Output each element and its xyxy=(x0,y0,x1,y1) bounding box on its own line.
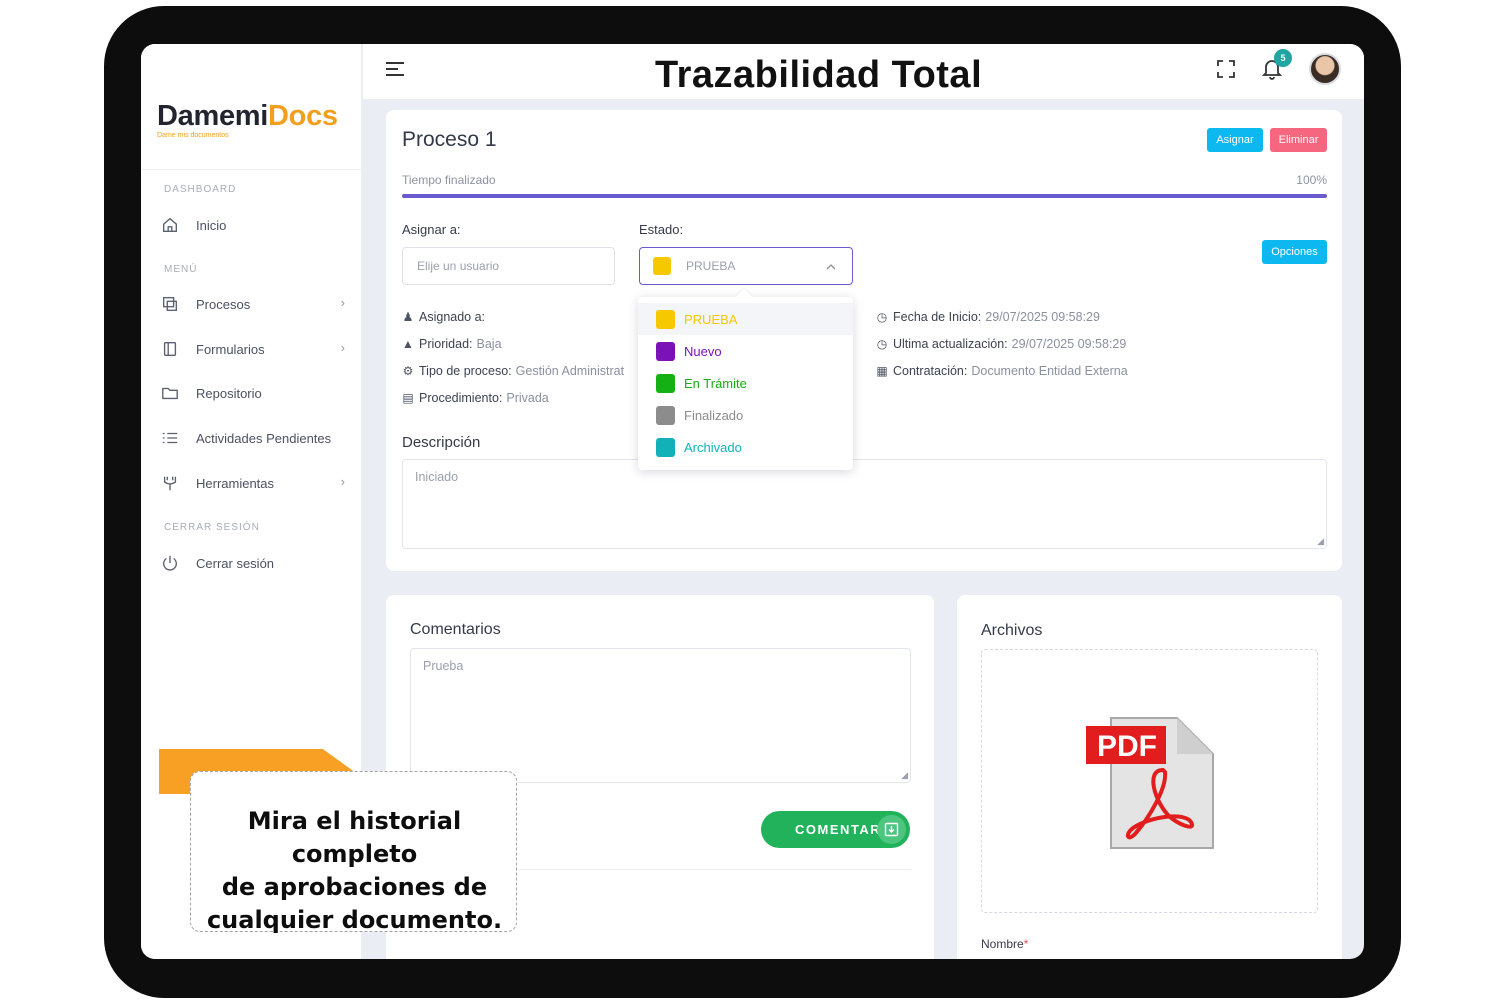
file-dropzone[interactable]: PDF xyxy=(981,649,1318,913)
sidebar-item-label: Formularios xyxy=(196,341,265,357)
contract-info: ▦ Contratación: Documento Entidad Externa xyxy=(876,364,1128,378)
priority-info: ▲ Prioridad: Baja xyxy=(402,337,502,351)
chevron-right-icon: › xyxy=(340,340,345,355)
list-icon xyxy=(162,432,178,444)
files-title: Archivos xyxy=(981,622,1043,639)
clock-icon: ◷ xyxy=(876,310,888,324)
state-option-finalizado[interactable]: Finalizado xyxy=(638,399,853,431)
description-text: Iniciado xyxy=(415,470,459,484)
state-label: Estado: xyxy=(639,222,684,237)
state-swatch xyxy=(653,257,671,275)
comment-textarea[interactable]: Prueba ◢ xyxy=(410,648,911,783)
resize-grip-icon: ◢ xyxy=(1317,536,1324,546)
callout-box: Mira el historial completo de aprobacion… xyxy=(190,771,517,934)
type-info: ⚙ Tipo de proceso: Gestión Administrat xyxy=(402,364,625,378)
svg-text:PDF: PDF xyxy=(1097,730,1157,763)
sidebar-divider xyxy=(141,169,362,170)
comment-text: Prueba xyxy=(423,659,464,673)
chevron-up-icon xyxy=(826,264,836,270)
procedure-info: ▤ Procedimiento: Privada xyxy=(402,391,549,405)
document-icon: ▦ xyxy=(876,364,888,378)
book-icon xyxy=(163,342,177,356)
sidebar-item-label: Actividades Pendientes xyxy=(196,430,332,446)
chevron-right-icon: › xyxy=(340,474,345,489)
sidebar-item-formularios[interactable]: Formularios › xyxy=(161,336,351,362)
chevron-right-icon: › xyxy=(340,295,345,310)
delete-button[interactable]: Eliminar xyxy=(1270,128,1327,152)
description-textarea[interactable]: Iniciado ◢ xyxy=(402,459,1327,549)
state-dropdown: PRUEBA Nuevo En Trámite Finalizado Archi… xyxy=(638,288,853,470)
state-swatch xyxy=(656,405,675,425)
menu-icon[interactable] xyxy=(385,61,405,77)
sidebar-item-label: Inicio xyxy=(196,217,227,233)
callout-text: Mira el historial completo de aprobacion… xyxy=(206,807,503,934)
updated-date-info: ◷ Ultima actualización: 29/07/2025 09:58:2… xyxy=(876,337,1127,351)
assign-button[interactable]: Asignar xyxy=(1207,128,1263,152)
fullscreen-icon[interactable] xyxy=(1217,60,1235,78)
state-swatch xyxy=(656,309,675,329)
sidebar-item-label: Repositorio xyxy=(196,385,262,401)
progress-bar xyxy=(402,194,1327,198)
files-card: Archivos PDF Nombre* xyxy=(957,595,1342,959)
sidebar-item-label: Herramientas xyxy=(196,475,275,491)
assigned-info: ♟ Asignado a: xyxy=(402,310,486,324)
state-option-prueba[interactable]: PRUEBA xyxy=(638,303,853,335)
sidebar-item-herramientas[interactable]: Herramientas › xyxy=(161,470,351,496)
assign-user-input[interactable]: Elije un usuario xyxy=(402,247,615,285)
brand-tagline: Dame mis documentos xyxy=(157,132,229,139)
notification-badge: 5 xyxy=(1274,49,1292,67)
state-option-archivado[interactable]: Archivado xyxy=(638,431,853,463)
warning-icon: ▲ xyxy=(402,337,414,351)
copy-icon xyxy=(163,297,177,311)
sidebar-item-repositorio[interactable]: Repositorio xyxy=(161,380,351,406)
state-swatch xyxy=(656,341,675,361)
avatar[interactable] xyxy=(1309,53,1341,85)
section-dashboard: DASHBOARD xyxy=(164,184,237,195)
assign-label: Asignar a: xyxy=(402,222,461,237)
sidebar-item-label: Procesos xyxy=(196,296,251,312)
options-button[interactable]: Opciones xyxy=(1262,240,1327,264)
top-header: Trazabilidad Total 5 xyxy=(363,44,1364,99)
page-title: Trazabilidad Total xyxy=(655,54,983,96)
state-select[interactable]: PRUEBA xyxy=(639,247,853,285)
file-name-label: Nombre* xyxy=(981,937,1029,951)
state-swatch xyxy=(656,437,675,457)
folder-icon xyxy=(162,387,178,400)
clock-icon: ◷ xyxy=(876,337,888,351)
process-card: Proceso 1 Asignar Eliminar Tiempo finali… xyxy=(386,110,1342,571)
start-date-info: ◷ Fecha de Inicio: 29/07/2025 09:58:29 xyxy=(876,310,1100,324)
process-title: Proceso 1 xyxy=(402,128,497,151)
description-title: Descripción xyxy=(402,434,481,451)
home-icon xyxy=(163,217,177,232)
section-logout: CERRAR SESIÓN xyxy=(164,522,260,533)
sidebar-item-label: Cerrar sesión xyxy=(196,555,275,571)
tools-icon xyxy=(163,476,177,491)
sidebar-item-cerrar-sesion[interactable]: Cerrar sesión xyxy=(161,550,351,576)
clipboard-icon: ▤ xyxy=(402,391,414,405)
state-option-en-tramite[interactable]: En Trámite xyxy=(638,367,853,399)
comments-title: Comentarios xyxy=(410,621,501,638)
brand-logo[interactable]: DamemiDocs xyxy=(157,100,338,133)
gear-icon: ⚙ xyxy=(402,364,414,378)
user-icon: ♟ xyxy=(402,310,414,324)
state-option-nuevo[interactable]: Nuevo xyxy=(638,335,853,367)
section-menu: MENÚ xyxy=(164,264,198,275)
power-icon xyxy=(163,555,177,571)
state-swatch xyxy=(656,373,675,393)
progress-label: Tiempo finalizado xyxy=(402,173,496,187)
sidebar-item-inicio[interactable]: Inicio xyxy=(161,212,351,238)
progress-value: 100% xyxy=(1296,173,1327,187)
progress-bar-fill xyxy=(402,194,1327,198)
sidebar-item-actividades[interactable]: Actividades Pendientes xyxy=(161,425,351,451)
save-icon xyxy=(877,815,906,844)
pdf-file-icon[interactable]: PDF xyxy=(1085,712,1215,852)
sidebar-item-procesos[interactable]: Procesos › xyxy=(161,291,351,317)
state-selected-value: PRUEBA xyxy=(686,259,736,273)
resize-grip-icon: ◢ xyxy=(901,770,908,780)
comment-button[interactable]: COMENTAR xyxy=(761,811,910,848)
